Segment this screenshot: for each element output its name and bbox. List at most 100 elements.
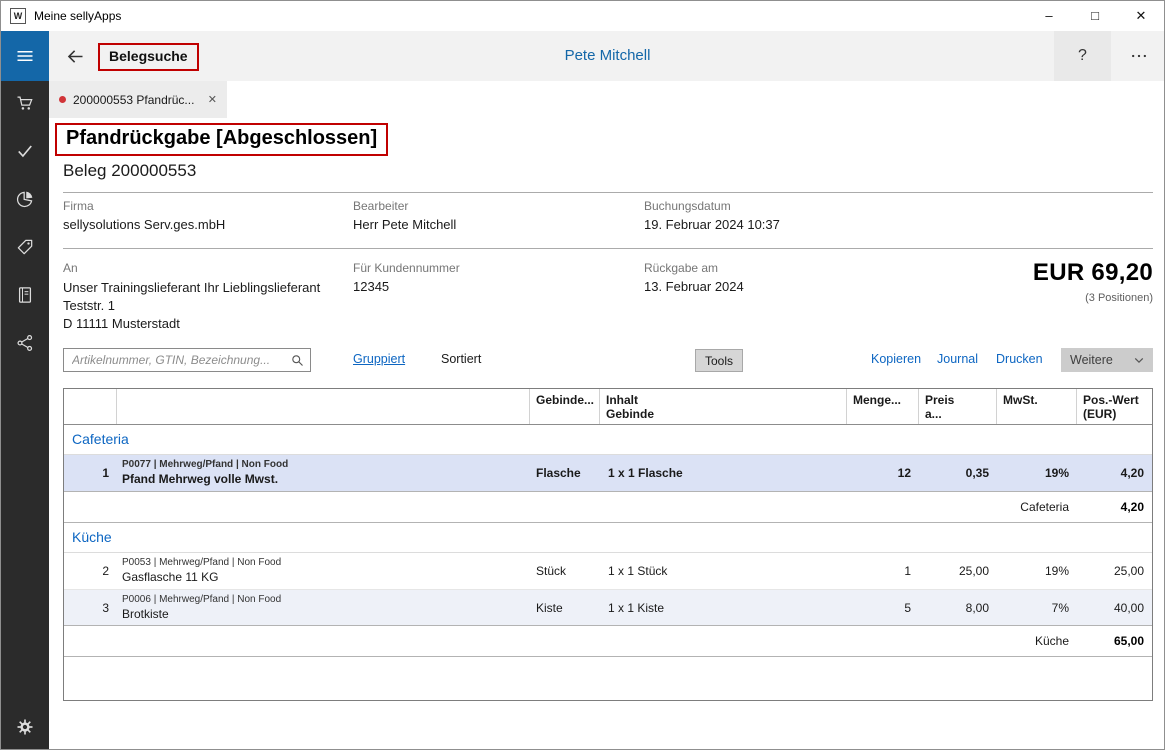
field-value: 12345 — [353, 279, 644, 294]
cell-wert: 25,00 — [1077, 564, 1152, 578]
subtotal-label: Cafeteria — [64, 500, 1077, 514]
cell-menge: 5 — [847, 601, 919, 615]
user-name[interactable]: Pete Mitchell — [49, 47, 1165, 64]
field-label: Buchungsdatum — [644, 199, 1153, 213]
subtotal-row-kueche: Küche 65,00 — [64, 625, 1152, 657]
cell-inhalt: 1 x 1 Kiste — [600, 601, 847, 615]
cell-position-number: 2 — [64, 564, 117, 578]
field-rueckgabe: Rückgabe am 13. Februar 2024 — [644, 261, 843, 333]
sidebar-item-statistics[interactable] — [1, 177, 49, 221]
sortiert-link[interactable]: Sortiert — [441, 352, 481, 366]
checkmark-icon — [15, 141, 35, 161]
divider — [63, 248, 1153, 249]
search-icon[interactable] — [290, 353, 305, 368]
drucken-link[interactable]: Drucken — [996, 352, 1043, 366]
ellipsis-icon — [1129, 46, 1149, 66]
chevron-down-icon — [1134, 357, 1144, 364]
field-label: Firma — [63, 199, 353, 213]
total-block: EUR 69,20 (3 Positionen) — [1033, 259, 1153, 304]
sidebar-item-journal[interactable] — [1, 273, 49, 317]
subtotal-label: Küche — [64, 634, 1077, 648]
doc-number: Beleg 200000553 — [63, 161, 196, 181]
gruppiert-link[interactable]: Gruppiert — [353, 352, 405, 366]
cell-wert: 4,20 — [1077, 466, 1152, 480]
col-header-gebinde[interactable]: Gebinde... — [530, 389, 600, 424]
sidebar-item-cart[interactable] — [1, 81, 49, 125]
tab-close-icon[interactable]: ✕ — [208, 93, 217, 106]
cell-preis: 0,35 — [919, 466, 997, 480]
article-name: Pfand Mehrweg volle Mwst. — [122, 472, 530, 487]
window-title: Meine sellyApps — [34, 9, 121, 23]
cell-position-number: 1 — [64, 466, 117, 480]
app-logo-icon: W — [10, 8, 26, 24]
field-label: Für Kundennummer — [353, 261, 644, 275]
group-header-kueche[interactable]: Küche — [64, 523, 1152, 553]
table-row[interactable]: 1 P0077 | Mehrweg/Pfand | Non Food Pfand… — [64, 455, 1152, 491]
maximize-button[interactable]: □ — [1072, 1, 1118, 31]
field-value: 19. Februar 2024 10:37 — [644, 217, 1153, 232]
table-header-row: Gebinde... Inhalt Gebinde Menge... Preis… — [64, 389, 1152, 425]
cell-article: P0077 | Mehrweg/Pfand | Non Food Pfand M… — [117, 459, 530, 487]
cell-gebinde: Stück — [530, 564, 600, 578]
field-bearbeiter: Bearbeiter Herr Pete Mitchell — [353, 199, 644, 232]
subtotal-value: 4,20 — [1077, 500, 1152, 514]
app-window: W Meine sellyApps – □ ✕ — [0, 0, 1165, 750]
cell-mwst: 19% — [997, 466, 1077, 480]
sidebar-item-articles[interactable] — [1, 225, 49, 269]
unsaved-dot-icon — [59, 96, 66, 103]
table-row[interactable]: 2 P0053 | Mehrweg/Pfand | Non Food Gasfl… — [64, 553, 1152, 589]
more-options-button[interactable] — [1111, 31, 1165, 81]
article-meta: P0006 | Mehrweg/Pfand | Non Food — [122, 594, 530, 606]
col-header-inhalt[interactable]: Inhalt Gebinde — [600, 389, 847, 424]
tab-document-200000553[interactable]: 200000553 Pfandrüc... ✕ — [49, 81, 227, 118]
field-buchungsdatum: Buchungsdatum 19. Februar 2024 10:37 — [644, 199, 1153, 232]
hamburger-menu-button[interactable] — [1, 31, 49, 81]
sidebar-item-share[interactable] — [1, 321, 49, 365]
search-input[interactable] — [63, 348, 311, 372]
cell-gebinde: Kiste — [530, 601, 600, 615]
article-name: Gasflasche 11 KG — [122, 570, 530, 585]
address-line: Teststr. 1 — [63, 297, 353, 315]
minimize-button[interactable]: – — [1026, 1, 1072, 31]
field-value: Herr Pete Mitchell — [353, 217, 644, 232]
cell-wert: 40,00 — [1077, 601, 1152, 615]
toolbar: Gruppiert Sortiert Tools Kopieren Journa… — [63, 348, 1153, 374]
col-header-menge[interactable]: Menge... — [847, 389, 919, 424]
field-firma: Firma sellysolutions Serv.ges.mbH — [63, 199, 353, 232]
tab-label: 200000553 Pfandrüc... — [73, 93, 202, 107]
sidebar-item-settings[interactable] — [1, 705, 49, 749]
col-header-preis[interactable]: Preis a... — [919, 389, 997, 424]
header-line: (EUR) — [1083, 407, 1146, 421]
field-label: Bearbeiter — [353, 199, 644, 213]
titlebar: W Meine sellyApps – □ ✕ — [1, 1, 1164, 31]
col-header-mwst[interactable]: MwSt. — [997, 389, 1077, 424]
journal-link[interactable]: Journal — [937, 352, 978, 366]
col-header-empty — [117, 389, 530, 424]
group-header-cafeteria[interactable]: Cafeteria — [64, 425, 1152, 455]
subtotal-value: 65,00 — [1077, 634, 1152, 648]
page-title: Pfandrückgabe [Abgeschlossen] — [66, 127, 377, 149]
header-line: Inhalt — [606, 393, 840, 407]
sidebar-item-tasks[interactable] — [1, 129, 49, 173]
journal-book-icon — [15, 285, 35, 305]
fields-row-2: An Unser Trainingslieferant Ihr Liebling… — [63, 261, 843, 333]
help-button[interactable]: ? — [1054, 31, 1111, 81]
cell-preis: 25,00 — [919, 564, 997, 578]
total-amount: EUR 69,20 — [1033, 259, 1153, 287]
weitere-button[interactable]: Weitere — [1061, 348, 1153, 372]
cell-article: P0053 | Mehrweg/Pfand | Non Food Gasflas… — [117, 557, 530, 585]
doc-title-annotation-box: Pfandrückgabe [Abgeschlossen] — [55, 123, 388, 156]
cell-inhalt: 1 x 1 Stück — [600, 564, 847, 578]
field-label: Rückgabe am — [644, 261, 843, 275]
close-button[interactable]: ✕ — [1118, 1, 1164, 31]
table-row[interactable]: 3 P0006 | Mehrweg/Pfand | Non Food Brotk… — [64, 589, 1152, 625]
gear-icon — [15, 717, 35, 737]
tools-button[interactable]: Tools — [695, 349, 743, 372]
share-network-icon — [15, 333, 35, 353]
article-meta: P0077 | Mehrweg/Pfand | Non Food — [122, 459, 530, 471]
tab-bar: 200000553 Pfandrüc... ✕ — [49, 81, 1165, 118]
col-header-poswert[interactable]: Pos.-Wert (EUR) — [1077, 389, 1152, 424]
cell-menge: 1 — [847, 564, 919, 578]
kopieren-link[interactable]: Kopieren — [871, 352, 921, 366]
article-meta: P0053 | Mehrweg/Pfand | Non Food — [122, 557, 530, 569]
